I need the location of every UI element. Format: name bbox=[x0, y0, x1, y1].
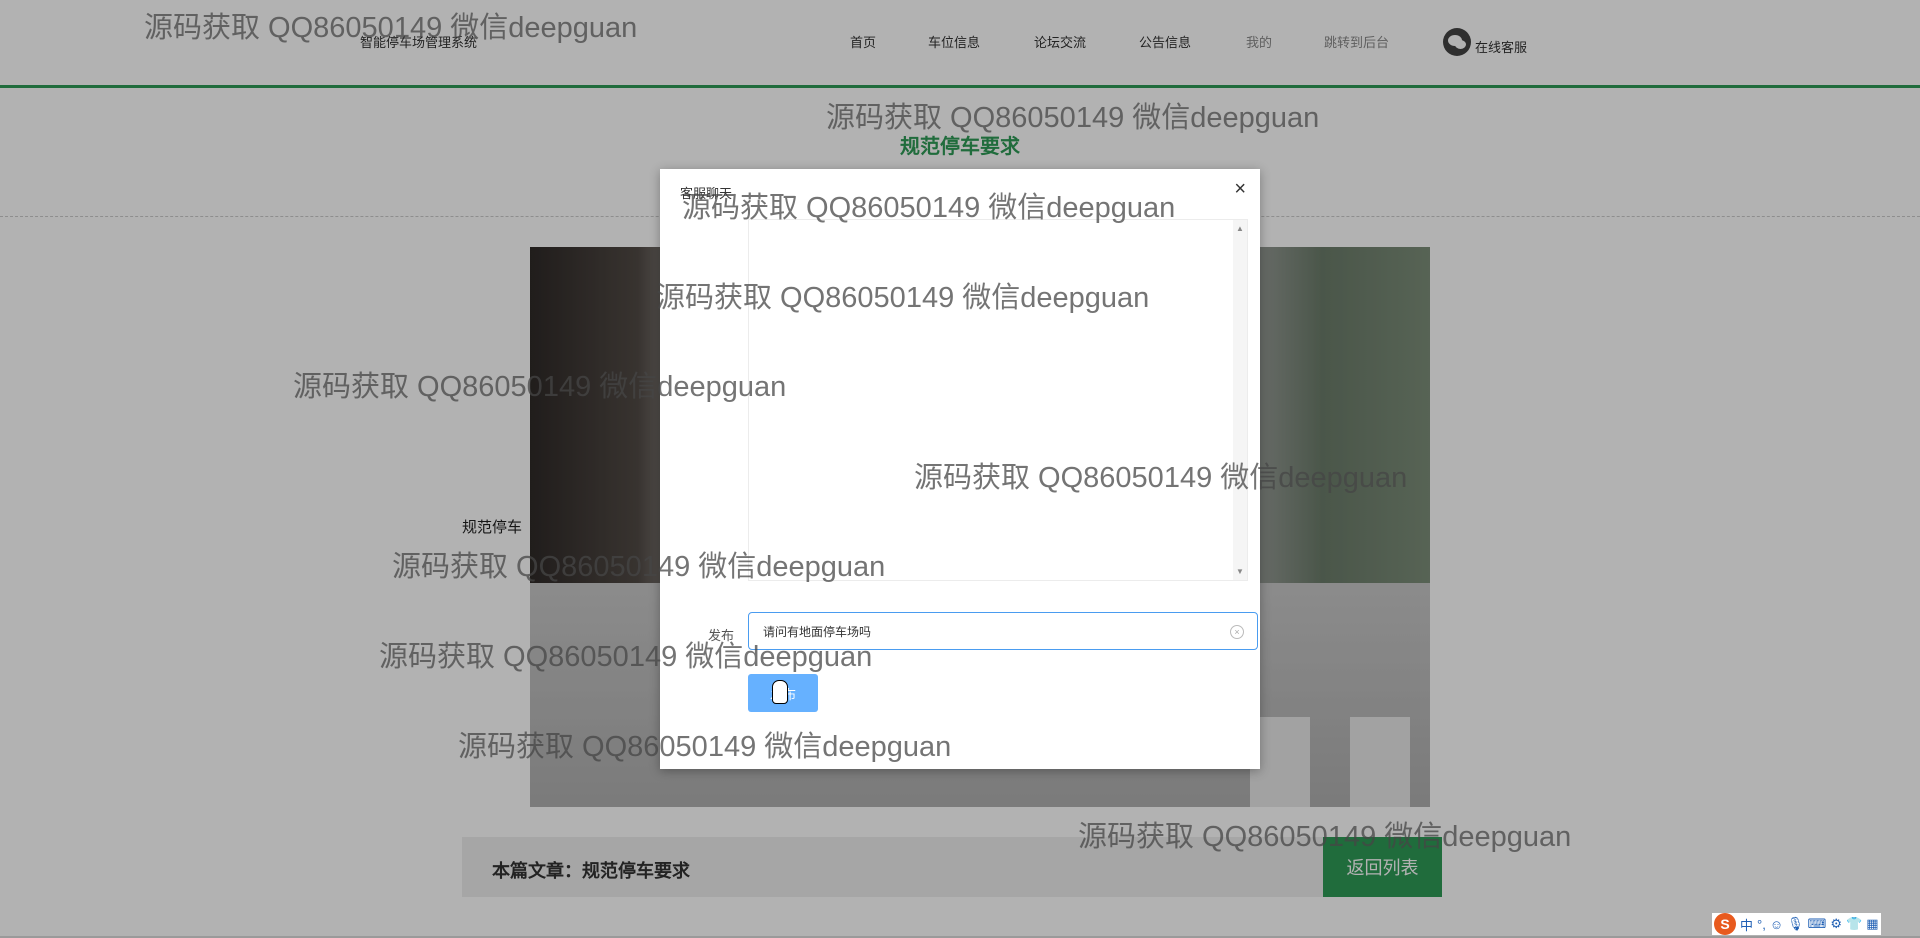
ime-language-icon[interactable]: 中 bbox=[1740, 915, 1753, 934]
ime-punctuation-icon[interactable]: °, bbox=[1757, 917, 1766, 932]
ime-toolbox-icon[interactable]: ▦ bbox=[1866, 916, 1878, 932]
message-label: 发布 bbox=[708, 628, 735, 643]
ime-emoji-icon[interactable]: ☺ bbox=[1770, 917, 1783, 932]
sogou-logo-icon[interactable]: S bbox=[1714, 913, 1736, 935]
ime-voice-icon[interactable]: 🎙 bbox=[1787, 916, 1804, 932]
chat-scrollbar[interactable]: ▲ ▼ bbox=[1233, 220, 1247, 580]
ime-settings-icon[interactable]: ⚙ bbox=[1830, 916, 1842, 932]
close-icon[interactable]: × bbox=[1234, 179, 1246, 199]
ime-toolbar: S 中 °, ☺ 🎙 ⌨ ⚙ 👕 ▦ bbox=[1712, 913, 1881, 935]
chat-messages[interactable]: ▲ ▼ bbox=[748, 219, 1248, 581]
hand-cursor-icon bbox=[772, 680, 788, 704]
ime-skin-icon[interactable]: 👕 bbox=[1846, 916, 1862, 932]
clear-icon[interactable]: × bbox=[1230, 625, 1244, 639]
ime-keyboard-icon[interactable]: ⌨ bbox=[1808, 916, 1827, 932]
chat-dialog: 客服聊天 × ▲ ▼ 发布 × 发布 bbox=[660, 169, 1260, 769]
scroll-down-icon[interactable]: ▼ bbox=[1236, 567, 1244, 576]
dialog-title: 客服聊天 bbox=[680, 186, 733, 201]
message-input[interactable] bbox=[748, 612, 1258, 650]
scroll-up-icon[interactable]: ▲ bbox=[1236, 224, 1244, 233]
